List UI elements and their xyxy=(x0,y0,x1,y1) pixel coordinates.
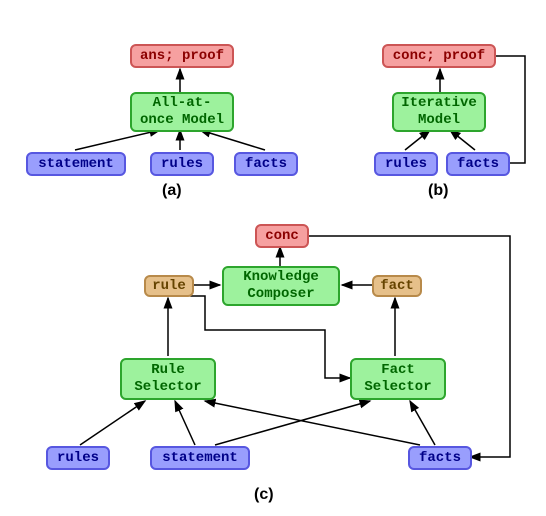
output-b: conc; proof xyxy=(382,44,496,68)
model-a: All-at-once Model xyxy=(130,92,234,132)
model-b: Iterative Model xyxy=(392,92,486,132)
rule-selector: Rule Selector xyxy=(120,358,216,400)
input-c-facts: facts xyxy=(408,446,472,470)
output-a: ans; proof xyxy=(130,44,234,68)
output-c: conc xyxy=(255,224,309,248)
input-a-statement: statement xyxy=(26,152,126,176)
input-a-rules: rules xyxy=(150,152,214,176)
panel-label-a: (a) xyxy=(162,182,182,200)
input-b-rules: rules xyxy=(374,152,438,176)
rule-intermediate: rule xyxy=(144,275,194,297)
input-b-facts: facts xyxy=(446,152,510,176)
panel-label-b: (b) xyxy=(428,182,448,200)
fact-intermediate: fact xyxy=(372,275,422,297)
fact-selector: Fact Selector xyxy=(350,358,446,400)
knowledge-composer: Knowledge Composer xyxy=(222,266,340,306)
arrows-layer xyxy=(0,0,546,516)
input-c-rules: rules xyxy=(46,446,110,470)
input-a-facts: facts xyxy=(234,152,298,176)
input-c-statement: statement xyxy=(150,446,250,470)
panel-label-c: (c) xyxy=(254,486,274,504)
